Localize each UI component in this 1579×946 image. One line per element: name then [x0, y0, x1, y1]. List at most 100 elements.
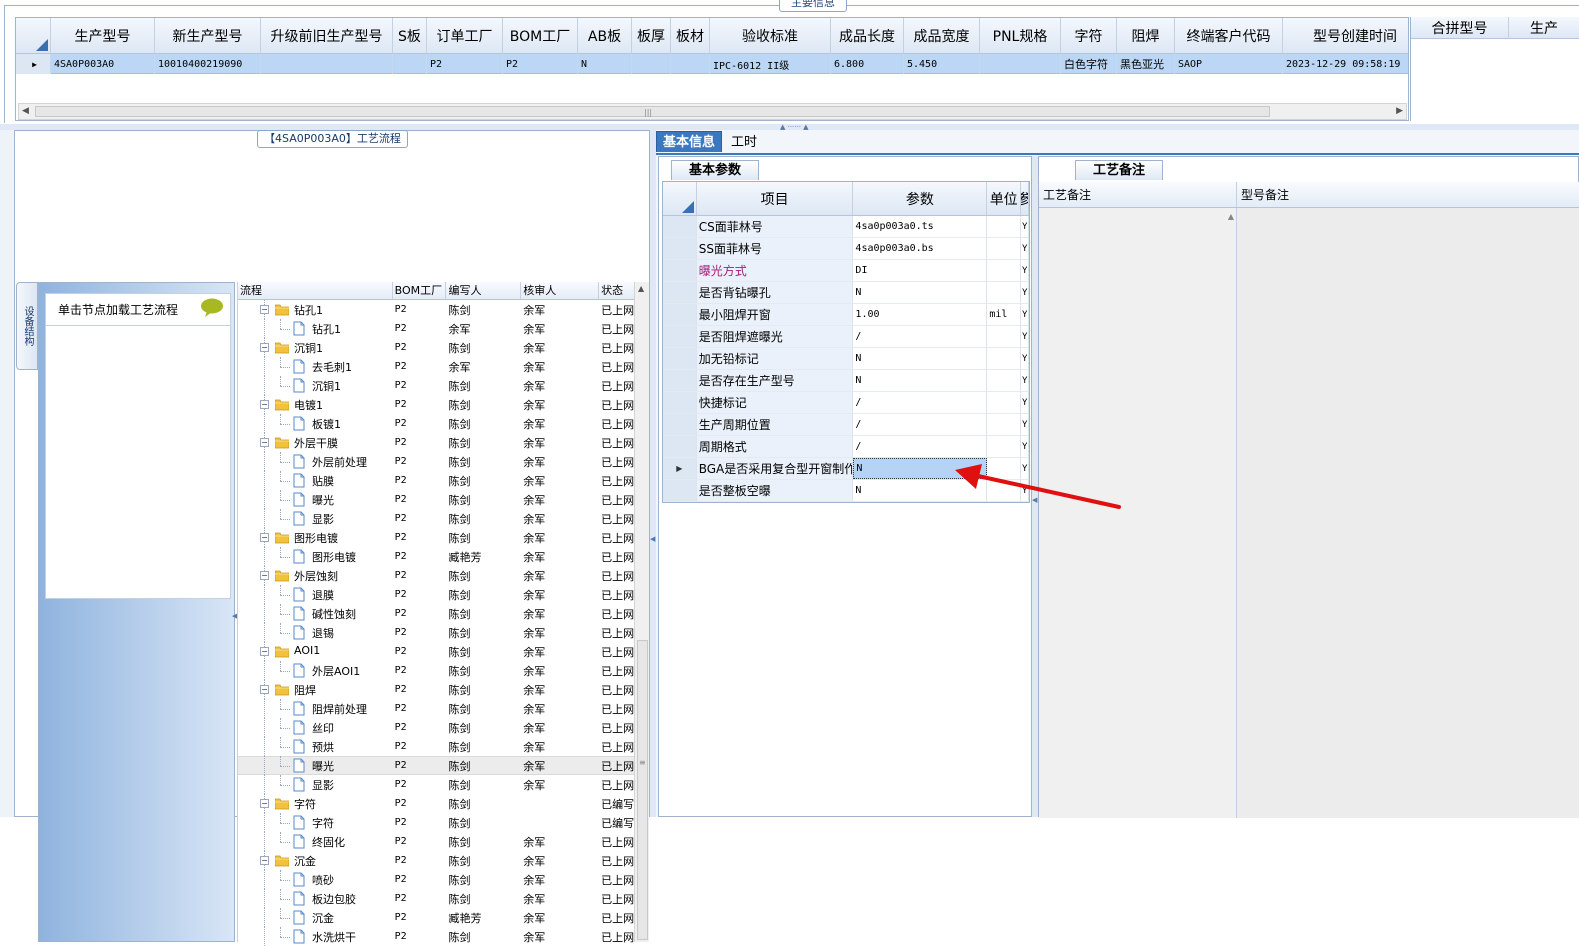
row-header[interactable] [663, 392, 697, 413]
col-header[interactable]: PNL规格 [980, 18, 1061, 54]
grid-cell[interactable]: P2 [427, 54, 503, 74]
main-grid-row[interactable]: ▶ 4SA0P003A0 10010400219090 P2 P2 N IPC-6012 I… [16, 54, 1408, 74]
main-grid-hscrollbar[interactable]: ◀ ||| ▶ [18, 103, 1407, 120]
tree-row[interactable]: − 外层干膜 P2 陈剑 余军 已上网 [238, 433, 636, 452]
grid-cell[interactable] [393, 54, 427, 74]
param-row[interactable]: 是否整板空曝 N Y [663, 480, 1029, 502]
tree-row[interactable]: − 字符 P2 陈剑 已编写 [238, 794, 636, 813]
tree-row[interactable]: 丝印 P2 陈剑 余军 已上网 [238, 718, 636, 737]
collapse-toggle-icon[interactable]: − [260, 438, 269, 447]
param-row[interactable]: 快捷标记 / Y [663, 392, 1029, 414]
tree-row[interactable]: 沉铜1 P2 陈剑 余军 已上网 [238, 376, 636, 395]
tree-row[interactable]: 曝光 P2 陈剑 余军 已上网 [238, 490, 636, 509]
col-header[interactable]: 终端客户代码 [1175, 18, 1283, 54]
basic-params-grid[interactable]: 项目 参数 单位 参 CS面菲林号4sa0p003a0.tsYSS面菲林号4sa… [662, 181, 1030, 503]
tree-row[interactable]: 板边包胶 P2 陈剑 余军 已上网 [238, 889, 636, 908]
tree-row[interactable]: 外层前处理 P2 陈剑 余军 已上网 [238, 452, 636, 471]
col-header[interactable]: 生产型号 [51, 18, 155, 54]
param-row[interactable]: ▶ BGA是否采用复合型开窗制作 N Y [663, 458, 1029, 480]
collapse-toggle-icon[interactable]: − [260, 647, 269, 656]
tree-row[interactable]: 外层AOI1 P2 陈剑 余军 已上网 [238, 661, 636, 680]
param-value-cell[interactable]: 4sa0p003a0.ts [853, 216, 988, 237]
param-row[interactable]: 周期格式 / Y [663, 436, 1029, 458]
tree-node[interactable]: 沉铜1 [238, 376, 393, 395]
tree-row[interactable]: 沉金 P2 臧艳芳 余军 已上网 [238, 908, 636, 927]
tree-row[interactable]: 显影 P2 陈剑 余军 已上网 [238, 775, 636, 794]
param-value-cell[interactable]: / [853, 436, 988, 457]
col-header[interactable]: 型号创建时间 [1283, 18, 1408, 54]
tree-node[interactable]: 板边包胶 [238, 889, 393, 908]
param-row[interactable]: CS面菲林号 4sa0p003a0.ts Y [663, 216, 1029, 238]
tree-node[interactable]: − 钻孔1 [238, 300, 393, 319]
scroll-left-icon[interactable]: ◀ [22, 106, 29, 116]
tree-node[interactable]: 终固化 [238, 832, 393, 851]
tree-node[interactable]: 板镀1 [238, 414, 393, 433]
param-value-cell[interactable]: / [853, 392, 988, 413]
collapse-toggle-icon[interactable]: − [260, 571, 269, 580]
param-row[interactable]: 最小阻焊开窗 1.00 mil Y [663, 304, 1029, 326]
tree-row[interactable]: 曝光 P2 陈剑 余军 已上网 [238, 756, 636, 775]
tree-node[interactable]: 水洗烘干 [238, 927, 393, 946]
param-value-cell[interactable]: 4sa0p003a0.bs [853, 238, 988, 259]
tree-row[interactable]: 字符 P2 陈剑 已编写 [238, 813, 636, 832]
param-value-cell[interactable]: N [853, 370, 988, 391]
tree-node[interactable]: 退锡 [238, 623, 393, 642]
grid-cell[interactable]: 10010400219090 [155, 54, 261, 74]
row-header[interactable] [663, 326, 697, 347]
tree-node[interactable]: − 图形电镀 [238, 528, 393, 547]
row-indicator-icon[interactable]: ▶ [663, 458, 697, 479]
param-value-cell[interactable]: N [853, 282, 988, 303]
grid-cell[interactable]: 2023-12-29 09:58:19 [1283, 54, 1408, 74]
col-header[interactable]: 验收标准 [710, 18, 831, 54]
col-reviewer[interactable]: 核审人 [521, 282, 600, 299]
vscroll-thumb[interactable]: ≡ [637, 640, 648, 940]
param-row[interactable]: 是否背钻曝孔 N Y [663, 282, 1029, 304]
col-flow[interactable]: 流程 [238, 282, 393, 299]
grid-cell[interactable]: 白色字符 [1061, 54, 1117, 74]
collapse-toggle-icon[interactable]: − [260, 343, 269, 352]
col-unit[interactable]: 单位 [987, 182, 1022, 215]
param-value-cell[interactable]: DI [853, 260, 988, 281]
col-bom-factory[interactable]: BOM工厂 [393, 282, 447, 299]
param-value-cell[interactable]: N [853, 458, 988, 479]
col-item[interactable]: 项目 [697, 182, 854, 215]
row-header[interactable] [663, 348, 697, 369]
col-header[interactable]: 升级前旧生产型号 [261, 18, 393, 54]
tree-node[interactable]: 沉金 [238, 908, 393, 927]
equipment-structure-tab[interactable]: 设备结构 [16, 282, 38, 370]
tree-row[interactable]: 终固化 P2 陈剑 余军 已上网 [238, 832, 636, 851]
row-header[interactable] [663, 282, 697, 303]
tree-row[interactable]: 贴膜 P2 陈剑 余军 已上网 [238, 471, 636, 490]
tree-row[interactable]: 退膜 P2 陈剑 余军 已上网 [238, 585, 636, 604]
tab-work-hours[interactable]: 工时 [724, 131, 764, 152]
tree-row[interactable]: 板镀1 P2 陈剑 余军 已上网 [238, 414, 636, 433]
param-value-cell[interactable]: N [853, 480, 988, 501]
tree-row[interactable]: 预烘 P2 陈剑 余军 已上网 [238, 737, 636, 756]
scroll-up-icon[interactable]: ▲ [1228, 212, 1234, 221]
tree-row[interactable]: − 电镀1 P2 陈剑 余军 已上网 [238, 395, 636, 414]
param-row[interactable]: 是否阻焊遮曝光 / Y [663, 326, 1029, 348]
hscroll-thumb[interactable]: ||| [35, 106, 1270, 117]
splitter-left-icon[interactable]: ◀ [1032, 496, 1037, 504]
tree-node[interactable]: 退膜 [238, 585, 393, 604]
tree-node[interactable]: 外层AOI1 [238, 661, 393, 680]
col-production[interactable]: 生产 [1509, 17, 1579, 39]
col-header[interactable]: 成品长度 [831, 18, 904, 54]
col-header[interactable]: BOM工厂 [503, 18, 578, 54]
tree-node[interactable]: − 外层干膜 [238, 433, 393, 452]
tree-node[interactable]: 喷砂 [238, 870, 393, 889]
param-row[interactable]: 曝光方式 DI Y [663, 260, 1029, 282]
tree-node[interactable]: 贴膜 [238, 471, 393, 490]
col-status[interactable]: 状态 [599, 282, 636, 299]
row-header[interactable] [663, 414, 697, 435]
grid-cell[interactable]: 5.450 [904, 54, 980, 74]
tree-vscrollbar[interactable]: ▲ ≡ [634, 282, 649, 942]
collapse-toggle-icon[interactable]: − [260, 400, 269, 409]
merge-model-grid[interactable]: 合拼型号 生产 [1410, 17, 1579, 121]
tree-node[interactable]: − 电镀1 [238, 395, 393, 414]
collapse-toggle-icon[interactable]: − [260, 305, 269, 314]
col-header[interactable]: 字符 [1061, 18, 1117, 54]
row-header[interactable] [663, 216, 697, 237]
tree-node[interactable]: 去毛刺1 [238, 357, 393, 376]
tree-node[interactable]: 外层前处理 [238, 452, 393, 471]
